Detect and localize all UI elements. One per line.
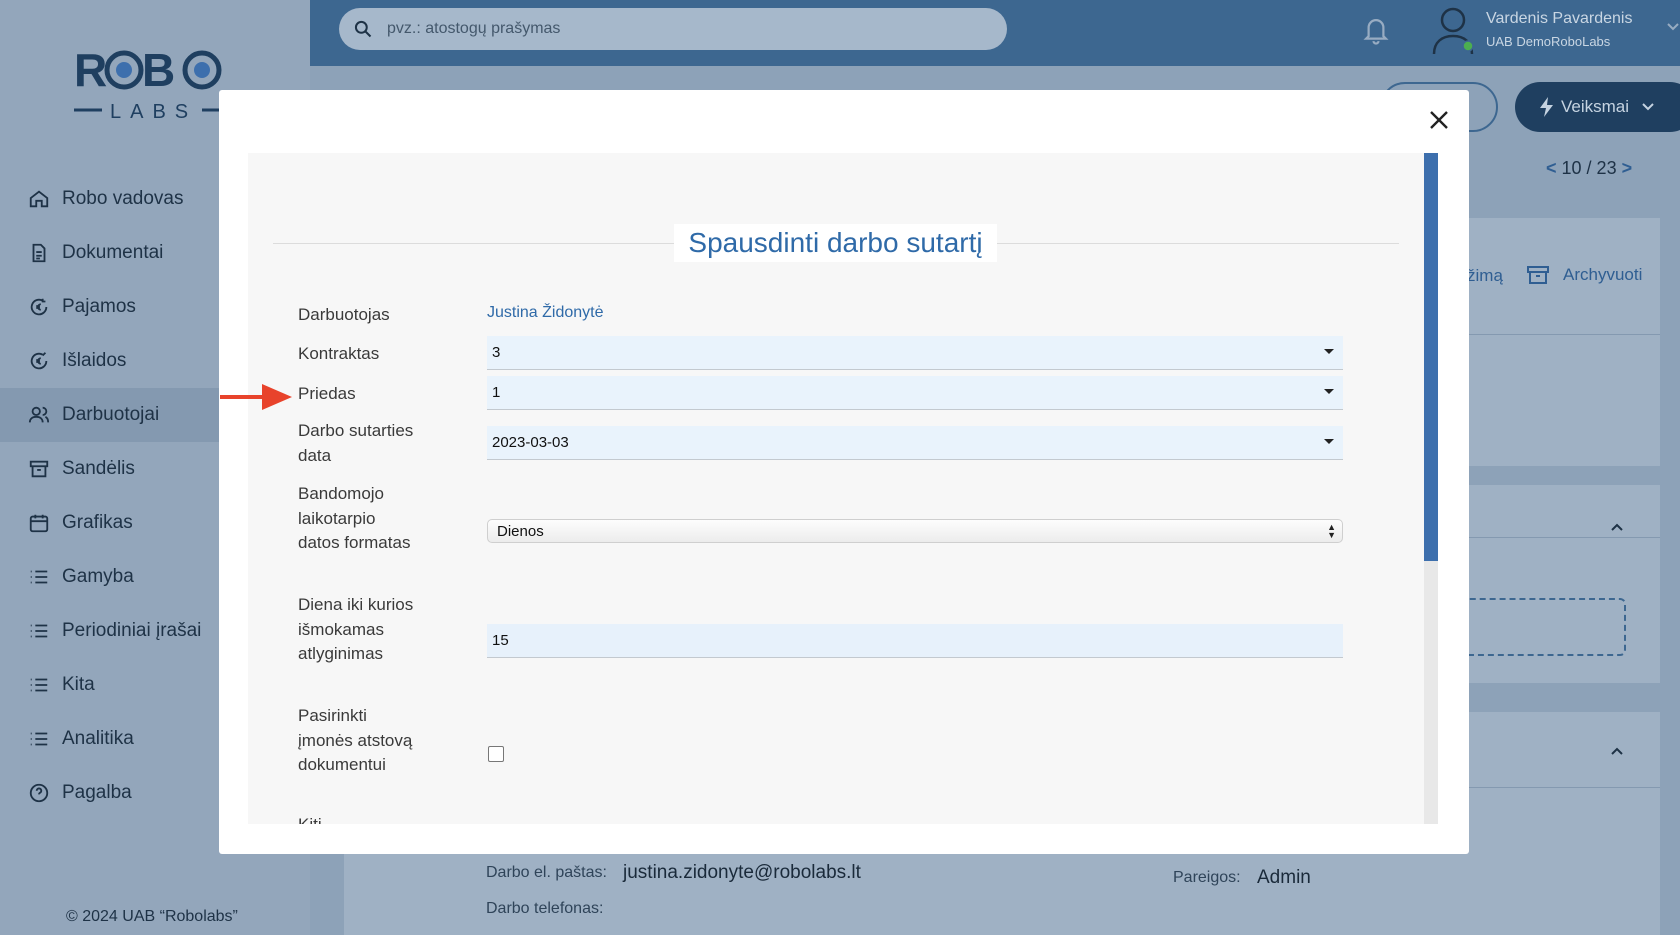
sidebar-item-label: Darbuotojai [62, 404, 160, 425]
copyright: © 2024 UAB “Robolabs” [66, 908, 238, 925]
work-email-label: Darbo el. paštas: [486, 864, 607, 881]
pay-day-label: Diena iki kurios išmokamas atlyginimas [298, 595, 414, 663]
sidebar-item-label: Kita [62, 674, 95, 695]
appendix-label: Priedas [298, 384, 356, 403]
close-icon[interactable] [1425, 106, 1453, 134]
svg-text:B: B [142, 44, 175, 96]
sidebar-item-label: Analitika [62, 728, 134, 749]
sidebar-item-label: Grafikas [62, 512, 133, 533]
dropdown-arrow-icon [1324, 349, 1334, 354]
employee-link[interactable]: Justina Židonytė [487, 304, 604, 322]
work-email-value: justina.zidonyte@robolabs.lt [623, 862, 861, 883]
user-name[interactable]: Vardenis Pavardenis [1486, 10, 1632, 28]
list-icon [28, 620, 50, 642]
trial-format-label: Bandomojo laikotarpio datos formatas [298, 484, 411, 552]
sidebar-item-label: Robo vadovas [62, 188, 184, 209]
svg-text:R: R [74, 44, 108, 96]
chevron-down-icon[interactable] [1666, 20, 1680, 34]
user-company: UAB DemoRoboLabs [1486, 34, 1611, 49]
pager-text: 10 / 23 [1561, 158, 1617, 178]
chevron-up-icon[interactable] [1610, 746, 1624, 756]
actions-button[interactable]: Veiksmai [1515, 82, 1680, 132]
bell-icon[interactable] [1361, 14, 1391, 46]
annotation-arrow-icon [220, 384, 292, 410]
contract-date-label: Darbo sutarties data [298, 421, 414, 465]
trial-format-select[interactable]: Dienos ▲ ▼ [487, 519, 1343, 543]
employee-label: Darbuotojas [298, 305, 390, 324]
trial-format-value: Dienos [497, 522, 544, 540]
work-phone-label: Darbo telefonas: [486, 900, 604, 917]
partial-action-link[interactable]: žimą [1467, 266, 1503, 286]
archive-label: Archyvuoti [1563, 265, 1643, 284]
contract-date-value: 2023-03-03 [492, 434, 569, 451]
home-icon [28, 188, 50, 210]
search-input[interactable] [385, 19, 949, 39]
modal-title: Spausdinti darbo sutartį [674, 224, 997, 262]
sidebar-item-label: Gamyba [62, 566, 134, 587]
lightning-icon [1540, 97, 1553, 117]
appendix-select[interactable]: 1 [487, 376, 1343, 410]
contract-select-value: 3 [492, 344, 501, 361]
sidebar-item-label: Pagalba [62, 782, 132, 803]
position-value: Admin [1257, 867, 1311, 888]
svg-text:LABS: LABS [110, 101, 197, 123]
sidebar-item-label: Pajamos [62, 296, 136, 317]
list-icon [28, 566, 50, 588]
actions-label: Veiksmai [1561, 97, 1630, 116]
company-rep-label: Pasirinkti įmonės atstovą dokumentui [298, 706, 413, 774]
user-avatar[interactable] [1428, 4, 1478, 56]
income-icon [28, 296, 50, 318]
dropdown-arrow-icon [1324, 439, 1334, 444]
pager: < 10 / 23 > [1546, 158, 1632, 179]
archive-box-icon [28, 458, 50, 480]
sidebar-item-label: Periodiniai įrašai [62, 620, 202, 641]
document-icon [28, 242, 50, 264]
dropdown-arrow-icon [1324, 389, 1334, 394]
sidebar-item-label: Dokumentai [62, 242, 164, 263]
prev-arrow-icon[interactable]: < [1546, 158, 1557, 178]
modal-scrollbar-thumb[interactable] [1424, 153, 1438, 561]
list-icon [28, 728, 50, 750]
contract-date-select[interactable]: 2023-03-03 [487, 426, 1343, 460]
archive-box-icon [1527, 266, 1549, 284]
search-icon [354, 20, 372, 38]
contract-label: Kontraktas [298, 344, 380, 363]
archive-link[interactable]: Archyvuoti [1525, 263, 1642, 287]
position-label: Pareigos: [1173, 869, 1241, 886]
search-bar[interactable] [339, 8, 1007, 50]
sidebar-item-label: Išlaidos [62, 350, 127, 371]
select-updown-icon: ▲ ▼ [1327, 522, 1336, 540]
appendix-select-value: 1 [492, 384, 501, 401]
calendar-icon [28, 512, 50, 534]
help-icon [28, 782, 50, 804]
chevron-down-icon [1642, 103, 1654, 111]
robolabs-logo[interactable]: R B LABS [72, 38, 232, 128]
pay-day-input[interactable]: 15 [487, 624, 1343, 658]
expenses-icon [28, 350, 50, 372]
list-icon [28, 674, 50, 696]
next-field-label: Kiti [298, 816, 322, 824]
pay-day-value: 15 [492, 632, 509, 649]
next-arrow-icon[interactable]: > [1622, 158, 1633, 178]
users-icon [28, 404, 50, 426]
contract-select[interactable]: 3 [487, 336, 1343, 370]
sidebar-item-label: Sandėlis [62, 458, 135, 479]
company-rep-checkbox[interactable] [488, 746, 504, 762]
chevron-up-icon[interactable] [1610, 522, 1624, 532]
